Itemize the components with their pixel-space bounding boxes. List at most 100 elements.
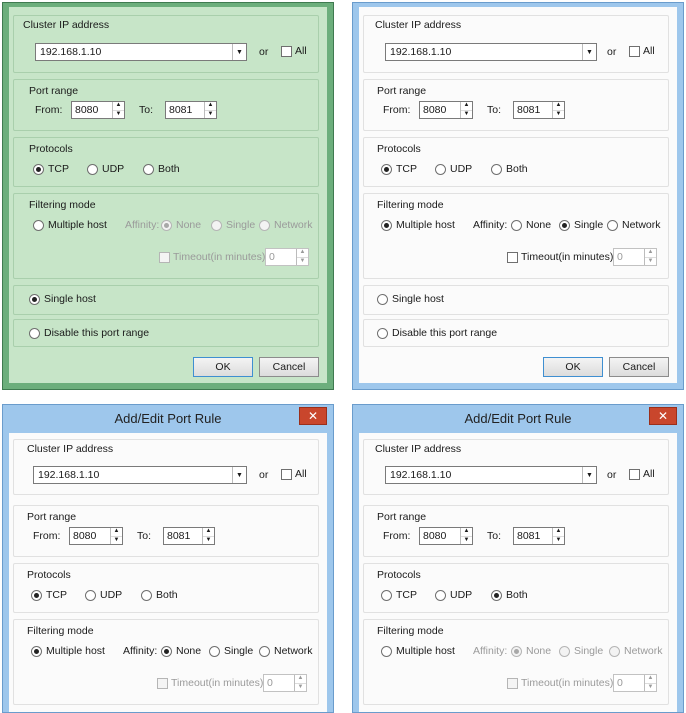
spinner-down-icon[interactable]: ▼ bbox=[203, 537, 214, 545]
affinity-single-radio[interactable]: Single bbox=[209, 645, 253, 657]
spinner-down-icon[interactable]: ▼ bbox=[461, 111, 472, 119]
protocol-udp-radio[interactable]: UDP bbox=[85, 589, 122, 601]
affinity-network-radio[interactable]: Network bbox=[259, 645, 313, 657]
protocol-tcp-radio[interactable]: TCP bbox=[381, 589, 417, 601]
timeout-spinner[interactable]: 0 ▲ ▼ bbox=[265, 248, 309, 266]
affinity-single-radio[interactable]: Single bbox=[211, 219, 255, 231]
timeout-checkbox[interactable]: Timeout(in minutes): bbox=[159, 251, 268, 263]
affinity-none-radio[interactable]: None bbox=[161, 219, 201, 231]
cluster-ip-dropdown[interactable]: 192.168.1.10 ▼ bbox=[33, 466, 247, 484]
affinity-none-radio[interactable]: None bbox=[511, 219, 551, 231]
multiple-host-radio[interactable]: Multiple host bbox=[381, 645, 455, 657]
filtering-mode-label: Filtering mode bbox=[27, 625, 94, 637]
from-spinner[interactable]: 8080 ▲ ▼ bbox=[419, 101, 473, 119]
all-checkbox[interactable]: All bbox=[629, 45, 655, 57]
spinner-up-icon[interactable]: ▲ bbox=[553, 102, 564, 111]
cancel-button[interactable]: Cancel bbox=[259, 357, 319, 377]
cancel-button[interactable]: Cancel bbox=[609, 357, 669, 377]
affinity-single-radio[interactable]: Single bbox=[559, 219, 603, 231]
spinner-down-icon[interactable]: ▼ bbox=[295, 684, 306, 692]
protocol-tcp-radio[interactable]: TCP bbox=[381, 163, 417, 175]
spinner-down-icon[interactable]: ▼ bbox=[553, 537, 564, 545]
protocol-tcp-radio[interactable]: TCP bbox=[33, 163, 69, 175]
all-label: All bbox=[295, 468, 307, 480]
cluster-ip-dropdown[interactable]: 192.168.1.10 ▼ bbox=[385, 43, 597, 61]
spinner-up-icon[interactable]: ▲ bbox=[113, 102, 124, 111]
affinity-single-label: Single bbox=[226, 219, 256, 231]
spinner-up-icon[interactable]: ▲ bbox=[645, 249, 656, 258]
timeout-checkbox[interactable]: Timeout(in minutes): bbox=[507, 677, 616, 689]
protocol-udp-radio[interactable]: UDP bbox=[435, 589, 472, 601]
to-spinner[interactable]: 8081 ▲ ▼ bbox=[165, 101, 217, 119]
affinity-none-radio[interactable]: None bbox=[161, 645, 201, 657]
spinner-up-icon[interactable]: ▲ bbox=[203, 528, 214, 537]
spinner-up-icon[interactable]: ▲ bbox=[645, 675, 656, 684]
affinity-none-radio[interactable]: None bbox=[511, 645, 551, 657]
affinity-network-radio[interactable]: Network bbox=[607, 219, 661, 231]
dropdown-arrow-icon[interactable]: ▼ bbox=[232, 467, 246, 483]
spinner-down-icon[interactable]: ▼ bbox=[645, 258, 656, 266]
from-spinner[interactable]: 8080 ▲ ▼ bbox=[71, 101, 125, 119]
protocol-udp-radio[interactable]: UDP bbox=[435, 163, 472, 175]
all-checkbox[interactable]: All bbox=[281, 468, 307, 480]
from-value: 8080 bbox=[423, 530, 447, 542]
timeout-checkbox[interactable]: Timeout(in minutes): bbox=[507, 251, 616, 263]
timeout-spinner[interactable]: 0 ▲ ▼ bbox=[613, 674, 657, 692]
single-host-radio[interactable]: Single host bbox=[377, 293, 444, 305]
protocol-both-radio[interactable]: Both bbox=[141, 589, 178, 601]
affinity-network-radio[interactable]: Network bbox=[259, 219, 313, 231]
timeout-checkbox[interactable]: Timeout(in minutes): bbox=[157, 677, 266, 689]
dropdown-arrow-icon[interactable]: ▼ bbox=[582, 467, 596, 483]
cluster-ip-dropdown[interactable]: 192.168.1.10 ▼ bbox=[385, 466, 597, 484]
disable-port-range-radio[interactable]: Disable this port range bbox=[29, 327, 149, 339]
spinner-up-icon[interactable]: ▲ bbox=[111, 528, 122, 537]
timeout-label: Timeout(in minutes): bbox=[171, 677, 267, 689]
disable-port-range-radio[interactable]: Disable this port range bbox=[377, 327, 497, 339]
to-spinner[interactable]: 8081 ▲ ▼ bbox=[163, 527, 215, 545]
timeout-spinner[interactable]: 0 ▲ ▼ bbox=[263, 674, 307, 692]
all-checkbox[interactable]: All bbox=[281, 45, 307, 57]
to-value: 8081 bbox=[517, 530, 541, 542]
spinner-down-icon[interactable]: ▼ bbox=[297, 258, 308, 266]
ok-button[interactable]: OK bbox=[193, 357, 253, 377]
close-icon[interactable]: ✕ bbox=[299, 407, 327, 425]
from-spinner[interactable]: 8080 ▲ ▼ bbox=[419, 527, 473, 545]
cluster-ip-dropdown[interactable]: 192.168.1.10 ▼ bbox=[35, 43, 247, 61]
protocol-both-radio[interactable]: Both bbox=[143, 163, 180, 175]
from-spinner[interactable]: 8080 ▲ ▼ bbox=[69, 527, 123, 545]
spinner-up-icon[interactable]: ▲ bbox=[553, 528, 564, 537]
spinner-up-icon[interactable]: ▲ bbox=[295, 675, 306, 684]
single-host-label: Single host bbox=[44, 293, 96, 305]
protocol-both-radio[interactable]: Both bbox=[491, 163, 528, 175]
dropdown-arrow-icon[interactable]: ▼ bbox=[582, 44, 596, 60]
tcp-label: TCP bbox=[48, 163, 69, 175]
spinner-up-icon[interactable]: ▲ bbox=[297, 249, 308, 258]
spinner-down-icon[interactable]: ▼ bbox=[553, 111, 564, 119]
affinity-single-radio[interactable]: Single bbox=[559, 645, 603, 657]
single-host-radio[interactable]: Single host bbox=[29, 293, 96, 305]
spinner-up-icon[interactable]: ▲ bbox=[205, 102, 216, 111]
all-checkbox[interactable]: All bbox=[629, 468, 655, 480]
disable-label: Disable this port range bbox=[44, 327, 150, 339]
spinner-down-icon[interactable]: ▼ bbox=[113, 111, 124, 119]
to-spinner[interactable]: 8081 ▲ ▼ bbox=[513, 527, 565, 545]
spinner-up-icon[interactable]: ▲ bbox=[461, 102, 472, 111]
dropdown-arrow-icon[interactable]: ▼ bbox=[232, 44, 246, 60]
spinner-down-icon[interactable]: ▼ bbox=[645, 684, 656, 692]
spinner-up-icon[interactable]: ▲ bbox=[461, 528, 472, 537]
protocol-tcp-radio[interactable]: TCP bbox=[31, 589, 67, 601]
timeout-spinner[interactable]: 0 ▲ ▼ bbox=[613, 248, 657, 266]
spinner-down-icon[interactable]: ▼ bbox=[205, 111, 216, 119]
multiple-host-radio[interactable]: Multiple host bbox=[33, 219, 107, 231]
protocol-both-radio[interactable]: Both bbox=[491, 589, 528, 601]
ok-button[interactable]: OK bbox=[543, 357, 603, 377]
port-rule-dialog-top-left: Cluster IP address 192.168.1.10 ▼ or All… bbox=[2, 2, 334, 390]
protocol-udp-radio[interactable]: UDP bbox=[87, 163, 124, 175]
multiple-host-radio[interactable]: Multiple host bbox=[381, 219, 455, 231]
to-spinner[interactable]: 8081 ▲ ▼ bbox=[513, 101, 565, 119]
multiple-host-radio[interactable]: Multiple host bbox=[31, 645, 105, 657]
affinity-network-radio[interactable]: Network bbox=[609, 645, 663, 657]
close-icon[interactable]: ✕ bbox=[649, 407, 677, 425]
spinner-down-icon[interactable]: ▼ bbox=[111, 537, 122, 545]
spinner-down-icon[interactable]: ▼ bbox=[461, 537, 472, 545]
